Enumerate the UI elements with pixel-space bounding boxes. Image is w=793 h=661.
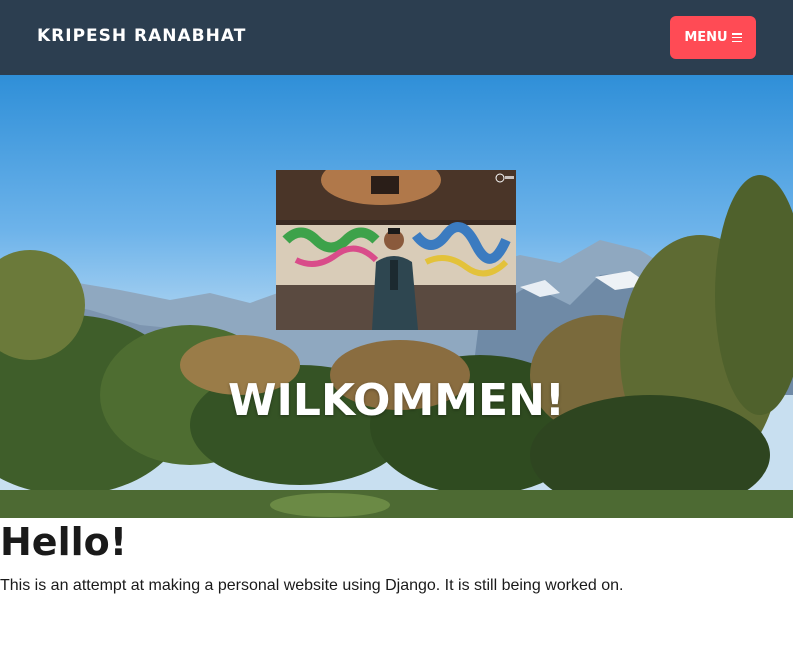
content-title: Hello! — [0, 520, 128, 564]
hamburger-icon — [731, 33, 742, 42]
profile-photo — [276, 170, 516, 330]
hero-section: WILKOMMEN! — [0, 75, 793, 518]
menu-button[interactable]: MENU — [670, 16, 756, 59]
menu-label: MENU — [684, 30, 728, 45]
hero-title: WILKOMMEN! — [228, 375, 565, 426]
navbar: KRIPESH RANABHAT MENU — [0, 0, 793, 75]
content-description: This is an attempt at making a personal … — [0, 577, 624, 594]
brand-link[interactable]: KRIPESH RANABHAT — [37, 24, 246, 48]
